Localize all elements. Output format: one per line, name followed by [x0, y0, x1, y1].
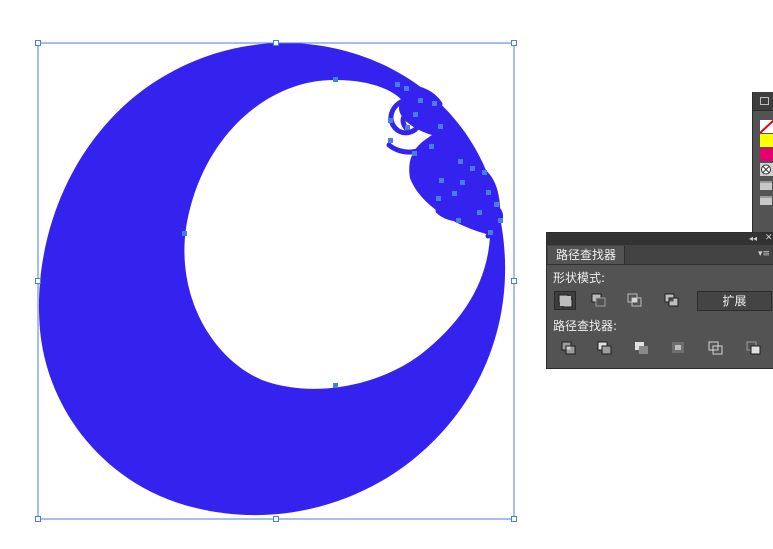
handle-middle-right[interactable] — [511, 278, 517, 284]
collapse-panel-icon[interactable]: ◂◂ — [749, 234, 757, 244]
crop-icon — [672, 342, 684, 353]
panel-titlebar[interactable]: ◂◂ ✕ — [547, 233, 773, 245]
swatch-group-folder-icon[interactable] — [760, 181, 772, 190]
shape-modes-label: 形状模式: — [553, 271, 606, 285]
registration-swatch-icon[interactable] — [760, 163, 773, 176]
panel-tab-row: 路径查找器 ▾≡ — [547, 245, 773, 265]
none-swatch-icon[interactable] — [760, 120, 773, 133]
exclude-button[interactable] — [661, 291, 683, 310]
yellow-swatch[interactable] — [760, 134, 773, 147]
handle-bottom-right[interactable] — [511, 516, 517, 522]
handle-top-left[interactable] — [35, 40, 41, 46]
exclude-icon — [664, 293, 679, 307]
panel-icon — [760, 97, 769, 105]
merge-icon — [635, 342, 648, 354]
outline-icon — [708, 341, 723, 355]
trim-button[interactable] — [594, 339, 616, 358]
handle-top-right[interactable] — [511, 40, 517, 46]
tab-pathfinder[interactable]: 路径查找器 — [548, 246, 626, 264]
intersect-button[interactable] — [624, 291, 646, 310]
close-panel-icon[interactable]: ✕ — [765, 233, 773, 244]
minus-front-button[interactable] — [588, 291, 610, 310]
minus-front-icon — [591, 293, 606, 307]
minus-back-icon — [746, 341, 761, 355]
unite-icon — [558, 294, 573, 308]
handle-bottom-left[interactable] — [35, 516, 41, 522]
divide-icon — [561, 341, 576, 355]
unite-button[interactable] — [554, 291, 576, 310]
swatch-group-folder-icon[interactable] — [760, 196, 772, 205]
panel-menu-icon[interactable]: ▾≡ — [758, 249, 770, 259]
minus-back-button[interactable] — [743, 339, 765, 358]
crop-button[interactable] — [668, 339, 690, 358]
swatches-panel-header[interactable] — [753, 92, 773, 111]
pathfinder-panel[interactable]: ◂◂ ✕ 路径查找器 ▾≡ 形状模式: 扩展 路径查找器: — [546, 232, 773, 369]
handle-middle-left[interactable] — [35, 278, 41, 284]
merge-button[interactable] — [631, 339, 653, 358]
trim-icon — [597, 341, 612, 355]
pathfinders-label: 路径查找器: — [553, 319, 618, 333]
swatches-panel-strip[interactable] — [752, 92, 773, 234]
expand-button[interactable]: 扩展 — [697, 291, 772, 311]
outline-button[interactable] — [705, 339, 727, 358]
handle-bottom-center[interactable] — [273, 516, 279, 522]
magenta-swatch[interactable] — [760, 148, 773, 161]
illustrator-canvas[interactable]: ◂◂ ✕ 路径查找器 ▾≡ 形状模式: 扩展 路径查找器: — [0, 0, 773, 549]
divide-button[interactable] — [558, 339, 580, 358]
handle-top-center[interactable] — [273, 40, 279, 46]
intersect-icon — [627, 293, 642, 307]
